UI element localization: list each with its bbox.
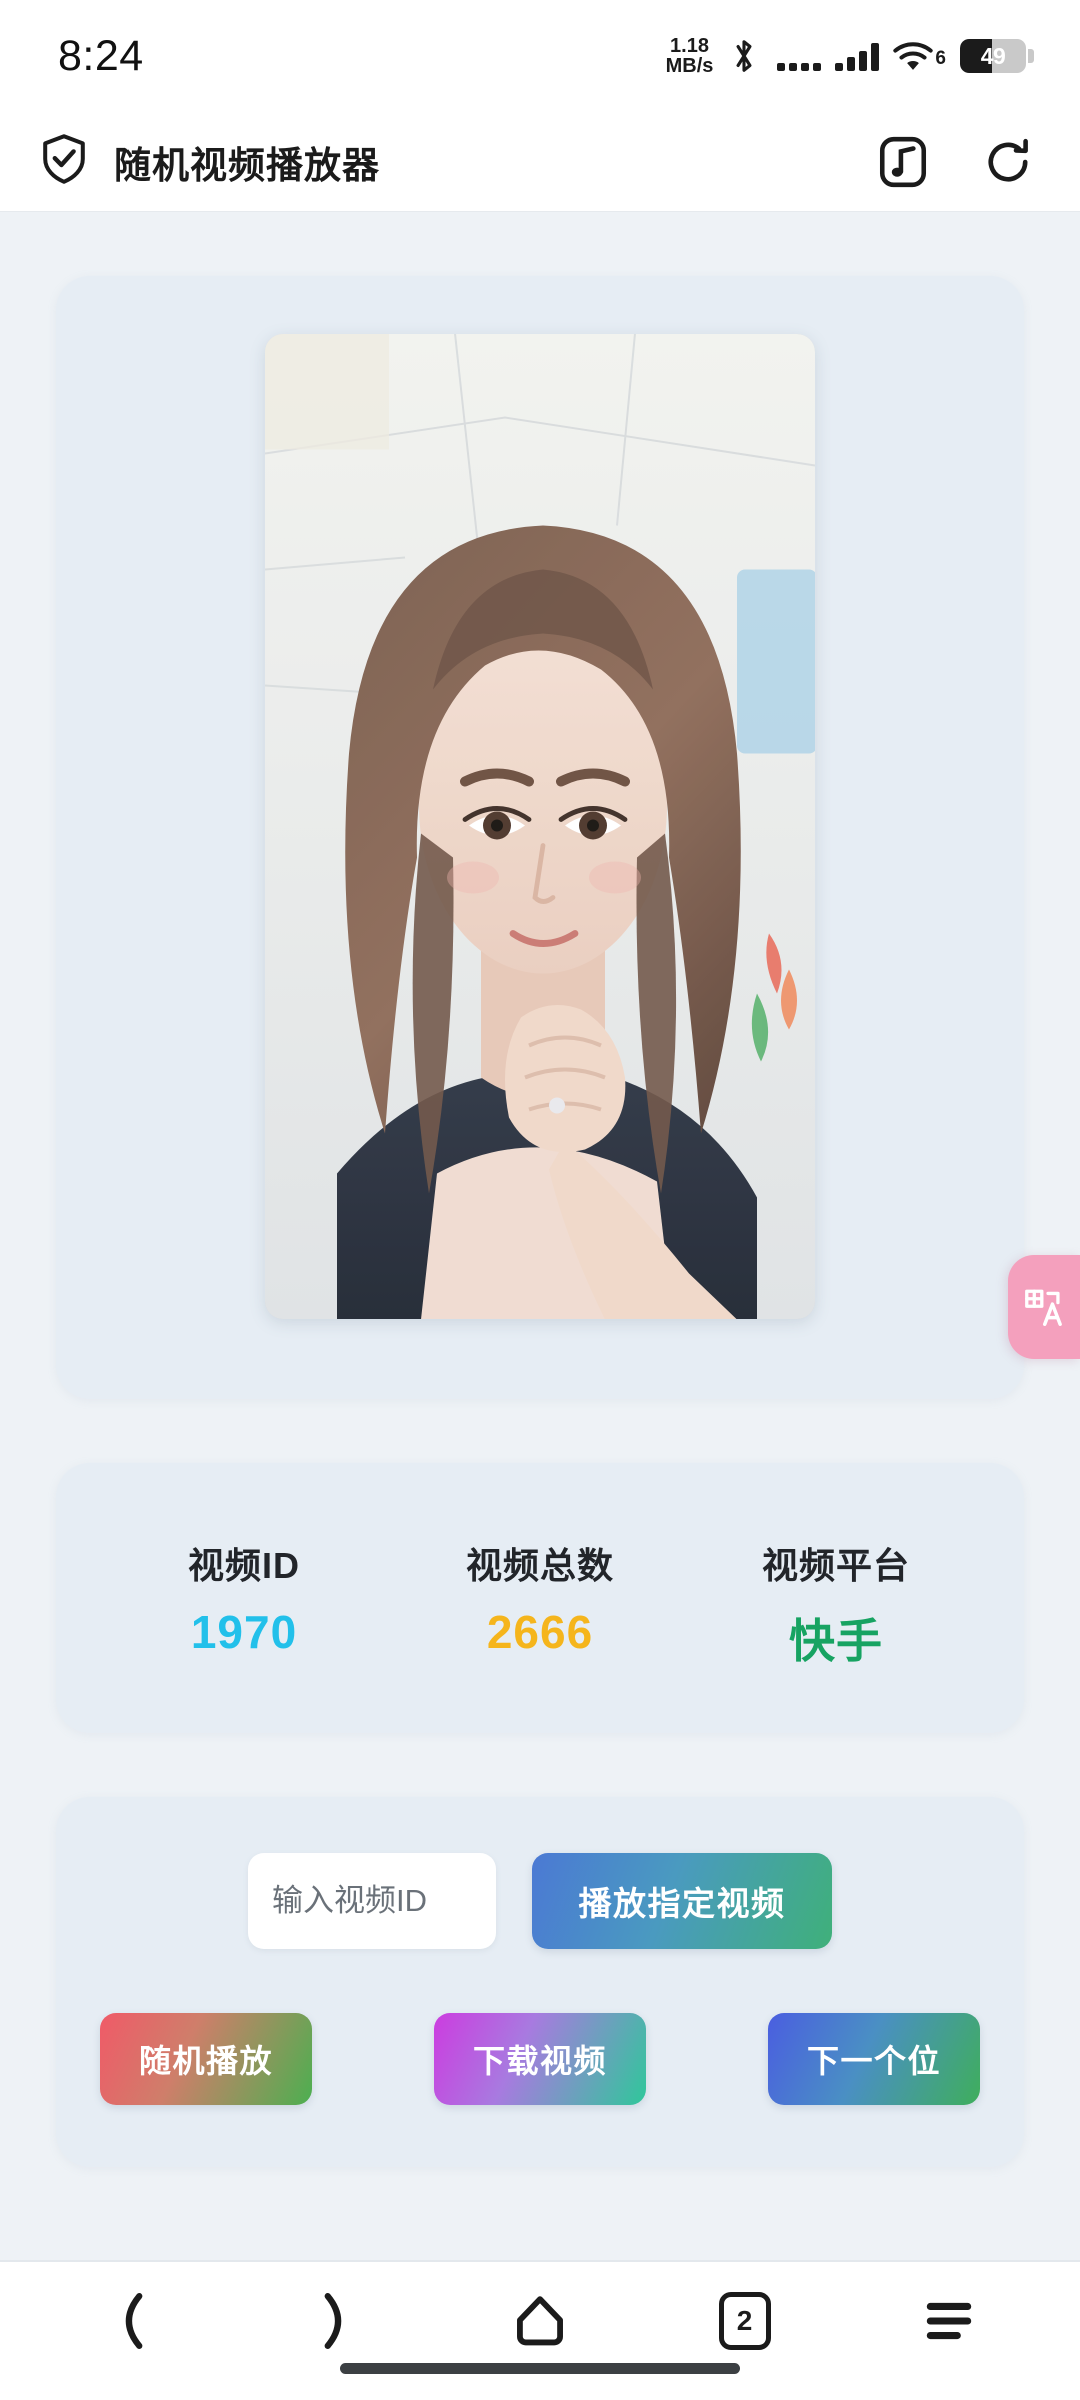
chevron-right-icon[interactable] [291, 2276, 381, 2366]
download-video-button[interactable]: 下载视频 [434, 2013, 646, 2105]
network-speed-unit: MB/s [665, 55, 714, 77]
cellular-signal-icon [773, 41, 822, 71]
home-gesture-bar[interactable] [340, 2363, 740, 2374]
chevron-left-icon[interactable] [86, 2276, 176, 2366]
page-title: 随机视频播放器 [114, 144, 380, 186]
controls-row-primary: 播放指定视频 [100, 1853, 980, 1949]
music-note-icon[interactable] [878, 134, 928, 190]
stat-value: 2666 [486, 1606, 594, 1658]
hamburger-menu-icon[interactable] [904, 2276, 994, 2366]
bluetooth-icon [729, 37, 759, 75]
status-bar: 8:24 1.18 MB/s 6 49 [0, 0, 1080, 112]
random-play-button[interactable]: 随机播放 [100, 2013, 312, 2105]
page-content: 视频ID 1970 视频总数 2666 视频平台 快手 播放指定视频 随 [0, 212, 1080, 2262]
controls-card: 播放指定视频 随机播放 下载视频 下一个位 [56, 1797, 1024, 2167]
refresh-icon[interactable] [982, 135, 1034, 189]
status-icons: 1.18 MB/s 6 49 [665, 34, 1034, 77]
stat-label: 视频平台 [761, 1545, 910, 1586]
phone-screen: 8:24 1.18 MB/s 6 49 随机视频播放器 视频ID 1970 视频… [0, 0, 1080, 2400]
app-bar: 随机视频播放器 [0, 112, 1080, 212]
stats-row: 视频ID 1970 视频总数 2666 视频平台 快手 [96, 1537, 984, 1671]
stat-value: 1970 [190, 1606, 298, 1658]
stat-value: 快手 [789, 1615, 883, 1667]
network-speed: 1.18 MB/s [665, 34, 714, 77]
wifi-icon: 6 [893, 40, 946, 72]
controls-row-secondary: 随机播放 下载视频 下一个位 [100, 2013, 980, 2105]
stats-card: 视频ID 1970 视频总数 2666 视频平台 快手 [56, 1463, 1024, 1733]
home-icon[interactable] [495, 2276, 585, 2366]
stat-video-id: 视频ID 1970 [96, 1537, 392, 1671]
wifi-generation: 6 [935, 48, 946, 69]
video-thumbnail [265, 334, 815, 1319]
status-time: 8:24 [58, 31, 144, 80]
browser-navigation-bar: 2 [0, 2262, 1080, 2400]
stat-label: 视频ID [187, 1545, 300, 1586]
battery-icon: 49 [960, 39, 1034, 73]
next-video-button[interactable]: 下一个位 [768, 2013, 980, 2105]
network-speed-value: 1.18 [670, 34, 709, 57]
translate-icon[interactable] [1008, 1255, 1080, 1359]
shield-check-icon [40, 133, 88, 190]
tabs-icon[interactable]: 2 [700, 2276, 790, 2366]
cellular-signal-icon-2 [835, 41, 880, 71]
stat-label: 视频总数 [465, 1545, 614, 1586]
tabs-count: 2 [718, 2292, 771, 2350]
video-player-card [56, 276, 1024, 1399]
video-id-input[interactable] [248, 1853, 496, 1949]
stat-video-platform: 视频平台 快手 [688, 1537, 984, 1671]
battery-level: 49 [980, 42, 1006, 69]
video-frame[interactable] [265, 334, 815, 1319]
play-specific-video-button[interactable]: 播放指定视频 [532, 1853, 832, 1949]
stat-video-total: 视频总数 2666 [392, 1537, 688, 1671]
